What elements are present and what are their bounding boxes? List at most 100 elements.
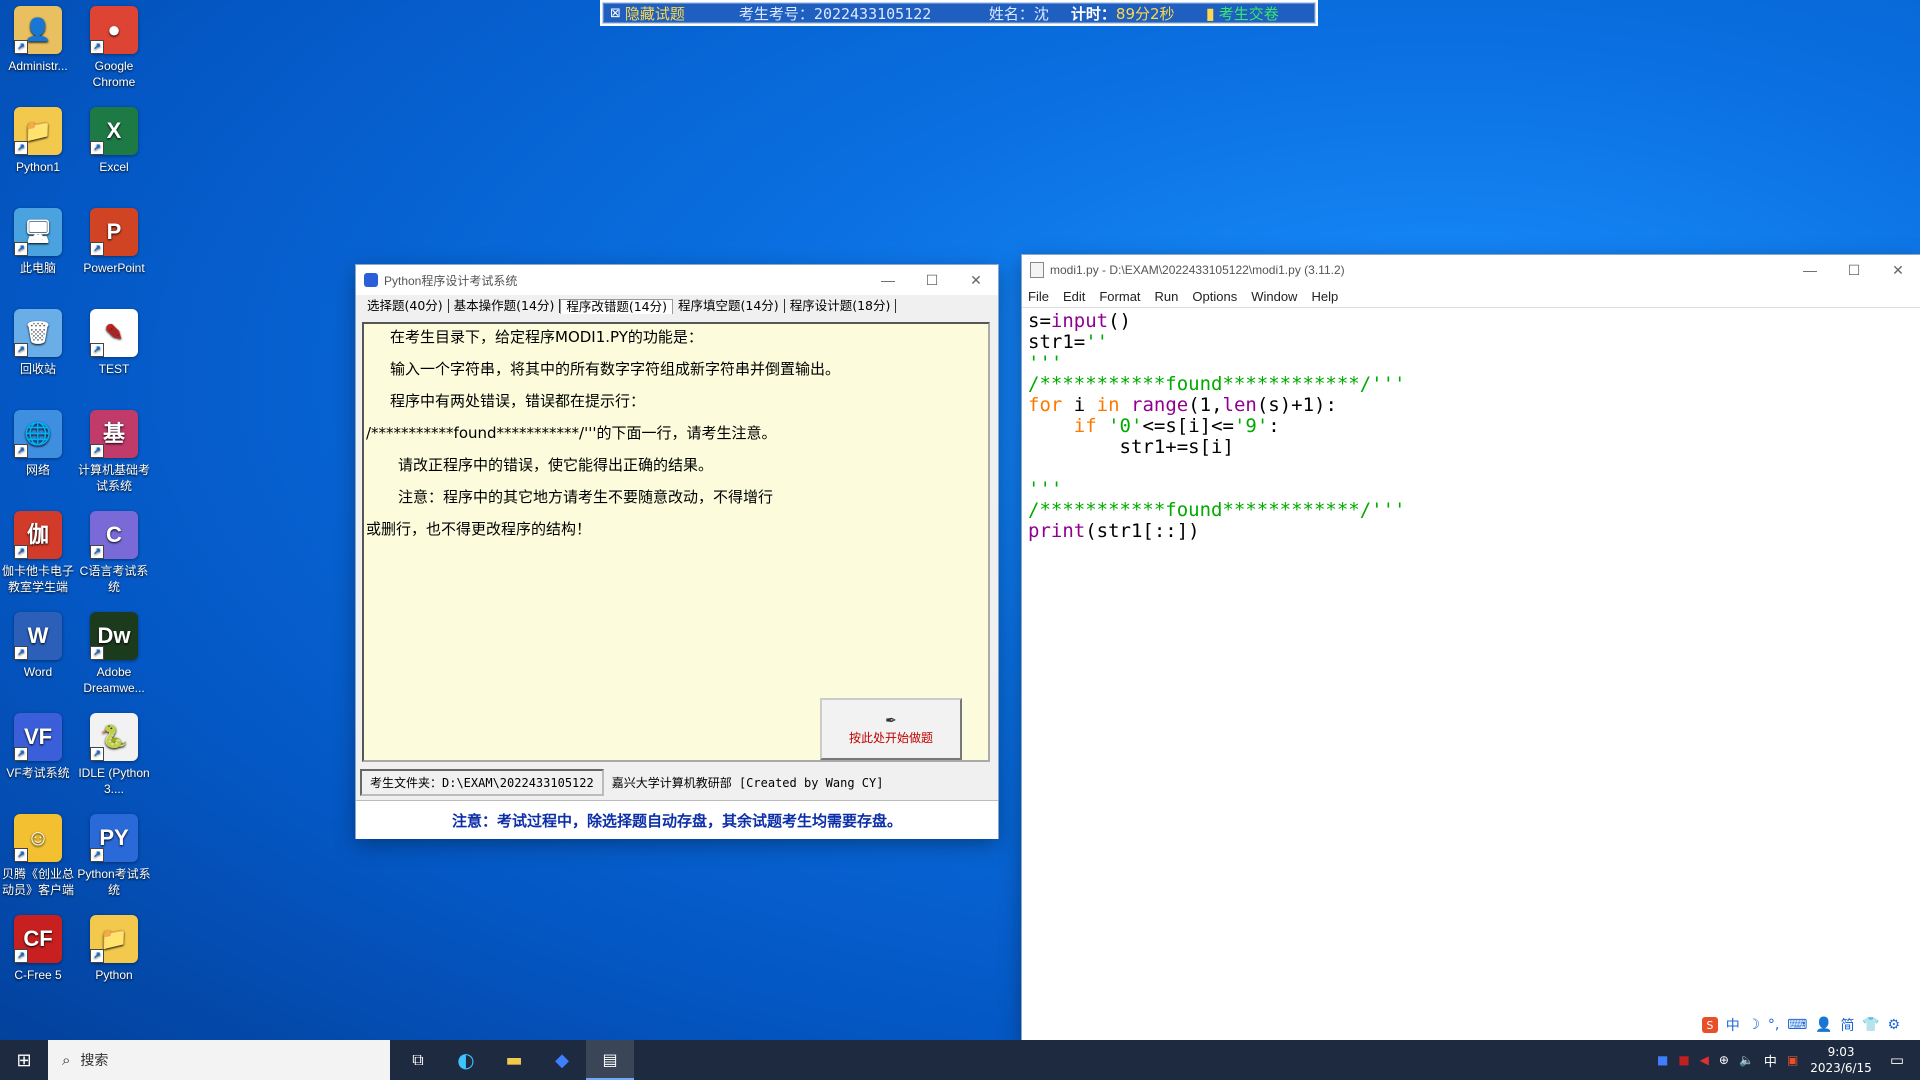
input-language[interactable]: 中 — [1764, 1051, 1777, 1070]
desktop-icon-label: 此电脑 — [19, 261, 56, 275]
tab-fill-blank[interactable]: 程序填空题(14分) — [673, 299, 785, 313]
desktop-icon[interactable]: X ↗ Excel — [74, 107, 154, 175]
desktop-icon[interactable]: 🗑 ↗ 回收站 — [0, 309, 78, 377]
menu-file[interactable]: File — [1028, 289, 1049, 304]
desktop-app-icon: 🌐 ↗ — [14, 410, 62, 458]
shortcut-arrow-icon: ↗ — [90, 747, 104, 761]
tray-red-icon[interactable]: ■ — [1678, 1053, 1689, 1067]
tab-basic-operation[interactable]: 基本操作题(14分) — [449, 299, 561, 313]
submit-icon[interactable]: ▮ — [1206, 4, 1215, 23]
desktop-icon-label: TEST — [98, 362, 130, 376]
notification-icon[interactable]: ▭ — [1890, 1051, 1904, 1069]
ime-chinese-toggle[interactable]: 中 — [1726, 1015, 1740, 1035]
candidate-folder: 考生文件夹：D:\EXAM\2022433105122 — [360, 768, 604, 796]
python-exam-taskbar-icon[interactable]: ◆ — [538, 1050, 586, 1071]
idle-window: modi1.py - D:\EXAM\2022433105122\modi1.p… — [1022, 255, 1920, 1040]
tray-app-icon[interactable]: ■ — [1657, 1053, 1668, 1067]
submit-exam-button[interactable]: 考生交卷 — [1219, 3, 1279, 24]
hide-questions-icon[interactable]: ⊠ — [610, 6, 621, 21]
desktop-icon[interactable]: 📁 ↗ Python1 — [0, 107, 78, 175]
clock-time: 9:03 — [1827, 1045, 1855, 1059]
keyboard-icon[interactable]: ⌨ — [1787, 1017, 1807, 1033]
idle-titlebar[interactable]: modi1.py - D:\EXAM\2022433105122\modi1.p… — [1022, 255, 1920, 285]
shortcut-arrow-icon: ↗ — [14, 141, 28, 155]
start-button[interactable]: ⊞ — [0, 1040, 48, 1080]
desktop-app-icon: P ↗ — [90, 208, 138, 256]
timer-value: 89分2秒 — [1115, 4, 1175, 23]
desktop-app-icon: W ↗ — [14, 612, 62, 660]
start-question-button[interactable]: ✒ 按此处开始做题 — [820, 698, 962, 760]
edge-icon[interactable]: ◐ — [442, 1048, 490, 1072]
desktop-icon[interactable]: ● ↗ Google Chrome — [74, 6, 154, 90]
desktop-icon[interactable]: 👤 ↗ Administr... — [0, 6, 78, 74]
network-icon[interactable]: ⊕ — [1719, 1053, 1729, 1067]
close-button[interactable]: ✕ — [954, 265, 998, 295]
menu-help[interactable]: Help — [1311, 289, 1338, 304]
task-view-icon[interactable]: ⧉ — [394, 1050, 442, 1070]
desktop-icon[interactable]: CF ↗ C-Free 5 — [0, 915, 78, 983]
desktop-icon[interactable]: 🐍 ↗ IDLE (Python 3.... — [74, 713, 154, 797]
exam-titlebar[interactable]: Python程序设计考试系统 — ☐ ✕ — [356, 265, 998, 295]
menu-options[interactable]: Options — [1192, 289, 1237, 304]
sogou-logo-icon[interactable]: S — [1701, 1017, 1718, 1033]
app-icon — [364, 273, 378, 287]
close-button[interactable]: ✕ — [1876, 255, 1920, 285]
desktop-icon[interactable]: 🖥 ↗ 此电脑 — [0, 208, 78, 276]
start-question-label: 按此处开始做题 — [848, 730, 933, 745]
desktop-icon-label: 回收站 — [19, 362, 56, 376]
volume-icon[interactable]: 🔈 — [1739, 1053, 1754, 1067]
skin-icon[interactable]: 👕 — [1862, 1017, 1879, 1033]
desktop-icon-label: Administr... — [8, 59, 68, 73]
desktop-icon-label: 贝腾《创业总动员》客户端 — [1, 867, 74, 897]
user-icon[interactable]: 👤 — [1815, 1017, 1832, 1033]
desktop-icon[interactable]: PY ↗ Python考试系统 — [74, 814, 154, 898]
desktop-icon[interactable]: 伽 ↗ 伽卡他卡电子教室学生端 — [0, 511, 78, 595]
desktop-icon[interactable]: 基 ↗ 计算机基础考试系统 — [74, 410, 154, 494]
desktop-app-icon: VF ↗ — [14, 713, 62, 761]
desktop-app-icon: 基 ↗ — [90, 410, 138, 458]
menu-format[interactable]: Format — [1099, 289, 1140, 304]
desktop-icon[interactable]: W ↗ Word — [0, 612, 78, 680]
desktop-icon[interactable]: ✎ ↗ TEST — [74, 309, 154, 377]
question-line: 程序中有两处错误，错误都在提示行： — [390, 392, 646, 410]
tab-choice[interactable]: 选择题(40分) — [362, 299, 449, 313]
desktop-icon-label: VF考试系统 — [6, 766, 70, 780]
file-explorer-icon[interactable]: ▬ — [490, 1050, 538, 1071]
maximize-button[interactable]: ☐ — [1832, 255, 1876, 285]
desktop-icon[interactable]: ☺ ↗ 贝腾《创业总动员》客户端 — [0, 814, 78, 898]
desktop-app-icon: PY ↗ — [90, 814, 138, 862]
desktop-icon-label: C-Free 5 — [14, 968, 62, 982]
maximize-button[interactable]: ☐ — [910, 265, 954, 295]
minimize-button[interactable]: — — [866, 265, 910, 295]
code-editor[interactable]: s=input() str1='' ''' /***********found*… — [1028, 311, 1406, 542]
desktop-app-icon: 👤 ↗ — [14, 6, 62, 54]
desktop-icon[interactable]: VF ↗ VF考试系统 — [0, 713, 78, 781]
menu-edit[interactable]: Edit — [1063, 289, 1085, 304]
desktop-icon[interactable]: Dw ↗ Adobe Dreamwe... — [74, 612, 154, 696]
minimize-button[interactable]: — — [1788, 255, 1832, 285]
idle-taskbar-icon[interactable]: ▤ — [586, 1040, 634, 1080]
speaker-mute-icon[interactable]: ◀ — [1700, 1053, 1709, 1067]
ime-simplified-toggle[interactable]: 简 — [1840, 1015, 1854, 1035]
sogou-tray-icon[interactable]: ▣ — [1787, 1053, 1798, 1067]
taskbar-search[interactable]: ⌕ 搜索 — [48, 1040, 390, 1080]
tab-error-correction[interactable]: 程序改错题(14分) — [560, 298, 674, 314]
exam-status-bar: ⊠ 隐藏试题 考生考号：2022433105122 姓名：沈 计时： 89分2秒… — [600, 0, 1318, 26]
desktop-icon[interactable]: 🌐 ↗ 网络 — [0, 410, 78, 478]
desktop-icon[interactable]: P ↗ PowerPoint — [74, 208, 154, 276]
moon-icon[interactable]: ☽ — [1748, 1017, 1761, 1033]
clock[interactable]: 9:03 2023/6/15 — [1810, 1044, 1872, 1076]
search-placeholder: 搜索 — [80, 1053, 109, 1069]
desktop-app-icon: 伽 ↗ — [14, 511, 62, 559]
menu-window[interactable]: Window — [1251, 289, 1297, 304]
desktop-app-icon: 🖥 ↗ — [14, 208, 62, 256]
hide-questions-button[interactable]: 隐藏试题 — [625, 3, 735, 24]
punctuation-icon[interactable]: °, — [1768, 1017, 1779, 1033]
settings-icon[interactable]: ⚙ — [1888, 1017, 1901, 1033]
menu-run[interactable]: Run — [1155, 289, 1179, 304]
desktop-icon[interactable]: 📁 ↗ Python — [74, 915, 154, 983]
desktop-icon[interactable]: C ↗ C语言考试系统 — [74, 511, 154, 595]
question-panel: 在考生目录下，给定程序MODI1.PY的功能是： 输入一个字符串，将其中的所有数… — [362, 322, 990, 762]
tab-program-design[interactable]: 程序设计题(18分) — [785, 299, 897, 313]
desktop-app-icon: 🗑 ↗ — [14, 309, 62, 357]
